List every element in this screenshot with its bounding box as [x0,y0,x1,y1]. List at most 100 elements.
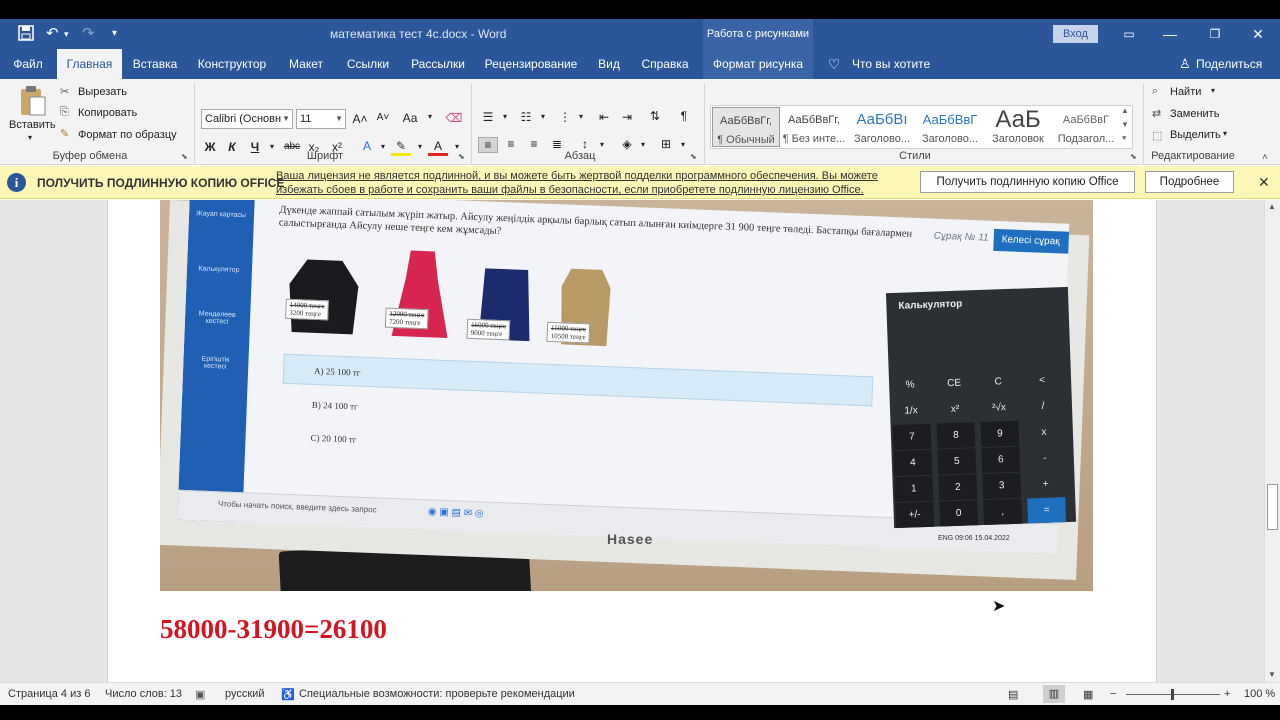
clear-formatting-icon[interactable]: ⌫ [444,111,464,125]
paste-dropdown-icon[interactable]: ▾ [28,133,32,142]
tab-design[interactable]: Конструктор [190,49,274,79]
close-icon[interactable]: ✕ [1246,23,1270,45]
style-normal[interactable]: АаБбВвГг, ¶ Обычный [712,107,780,147]
select-dropdown-icon[interactable]: ▾ [1223,129,1227,138]
zoom-slider-thumb[interactable] [1171,689,1174,700]
undo-icon[interactable]: ↶ [46,25,59,43]
font-color-dropdown-icon[interactable]: ▾ [447,142,467,151]
change-case-button[interactable]: Аа [400,111,420,125]
highlight-dropdown-icon[interactable]: ▾ [410,142,430,151]
shading-dropdown-icon[interactable]: ▾ [633,140,653,149]
tab-home[interactable]: Главная [57,49,122,79]
highlight-icon[interactable]: ✎ [391,139,411,156]
scroll-down-icon[interactable]: ▼ [1268,670,1276,679]
tell-me-search[interactable]: Что вы хотите сделать? [852,49,982,101]
clipboard-launcher-icon[interactable]: ⬊ [181,152,188,161]
align-center-icon[interactable]: ≡ [501,137,521,151]
language-indicator[interactable]: русский [225,688,264,700]
tab-review[interactable]: Рецензирование [480,49,582,79]
zoom-in-icon[interactable]: + [1224,688,1230,700]
tab-mailings[interactable]: Рассылки [403,49,473,79]
align-right-icon[interactable]: ≡ [524,137,544,151]
tab-references[interactable]: Ссылки [338,49,398,79]
customize-toolbar-icon[interactable]: ▾ [112,25,117,43]
style-subtitle[interactable]: АаБбВвГ Подзагол... [1052,107,1120,147]
undo-dropdown-icon[interactable]: ▾ [64,25,69,43]
multilevel-dropdown-icon[interactable]: ▾ [571,112,591,121]
tab-insert[interactable]: Вставка [125,49,185,79]
font-size-box[interactable]: 11 ▼ [296,109,346,129]
cut-button[interactable]: Вырезать [78,86,127,98]
paragraph-launcher-icon[interactable]: ⬊ [690,152,697,161]
read-mode-icon[interactable]: ▤ [1008,688,1018,701]
style-title[interactable]: АаБ Заголовок [984,107,1052,147]
web-layout-icon[interactable]: ▦ [1083,688,1093,701]
font-launcher-icon[interactable]: ⬊ [458,152,465,161]
get-genuine-office-button[interactable]: Получить подлинную копию Office [920,171,1135,193]
redo-icon[interactable]: ↷ [82,25,95,43]
underline-dropdown-icon[interactable]: ▾ [262,142,282,151]
scrollbar-thumb[interactable] [1267,484,1278,530]
font-color-icon[interactable]: A [428,139,448,156]
borders-dropdown-icon[interactable]: ▾ [673,140,693,149]
find-button[interactable]: Найти [1170,86,1201,98]
inserted-photo[interactable]: Жауап картасы Калькулятор Менделеев кест… [160,200,1093,591]
text-effects-dropdown-icon[interactable]: ▾ [373,142,393,151]
line-spacing-dropdown-icon[interactable]: ▾ [592,140,612,149]
tab-help[interactable]: Справка [634,49,696,79]
format-painter-button[interactable]: Формат по образцу [78,129,177,141]
styles-scroll-down-icon[interactable]: ▼ [1121,120,1129,129]
answer-calculation[interactable]: 58000-31900=26100 [160,614,387,645]
style-heading-1[interactable]: АаБбВı Заголово... [848,107,916,147]
paste-button[interactable]: Вставить [9,119,56,131]
italic-icon[interactable]: К [222,140,242,154]
show-marks-icon[interactable]: ¶ [674,109,694,123]
proofing-icon[interactable]: ▣ [195,688,205,701]
collapse-ribbon-icon[interactable]: ˄ [1262,152,1268,163]
bullets-dropdown-icon[interactable]: ▾ [495,112,515,121]
font-name-box[interactable]: Calibri (Основн ▼ [201,109,293,129]
learn-more-button[interactable]: Подробнее [1145,171,1234,193]
style-no-spacing[interactable]: АаБбВвГг, ¶ Без инте... [780,107,848,147]
styles-scroll-up-icon[interactable]: ▲ [1121,106,1129,115]
maximize-icon[interactable]: ❐ [1203,23,1227,45]
style-heading-2[interactable]: АаБбВвГ Заголово... [916,107,984,147]
styles-more-icon[interactable]: ⯆ [1121,134,1127,144]
zoom-out-icon[interactable]: − [1110,688,1116,700]
styles-launcher-icon[interactable]: ⬊ [1130,152,1137,161]
paste-icon[interactable] [18,85,48,120]
shrink-font-icon[interactable]: A˅ [373,112,393,123]
change-case-dropdown-icon[interactable]: ▾ [420,112,440,121]
ribbon-display-icon[interactable]: ▭ [1117,23,1141,45]
align-left-icon[interactable]: ≡ [478,137,498,153]
word-count[interactable]: Число слов: 13 [105,688,182,700]
scroll-up-icon[interactable]: ▲ [1268,202,1276,211]
share-button[interactable]: Поделиться [1196,49,1262,79]
tab-view[interactable]: Вид [590,49,628,79]
accessibility-status[interactable]: Специальные возможности: проверьте реком… [299,688,575,700]
vertical-scrollbar[interactable]: ▲ ▼ [1264,200,1280,682]
increase-indent-icon[interactable]: ⇥ [617,110,637,124]
close-warning-icon[interactable]: ✕ [1258,174,1270,191]
justify-icon[interactable]: ≣ [547,137,567,151]
document-page[interactable]: Жауап картасы Калькулятор Менделеев кест… [107,200,1157,682]
numbering-dropdown-icon[interactable]: ▾ [533,112,553,121]
sign-in-button[interactable]: Вход [1053,25,1098,43]
print-layout-icon[interactable]: ▥ [1043,685,1065,703]
replace-button[interactable]: Заменить [1170,108,1219,120]
save-icon[interactable] [18,25,34,43]
warning-message[interactable]: Ваша лицензия не является подлинной, и в… [276,169,906,197]
grow-font-icon[interactable]: A˄ [350,112,370,126]
minimize-icon[interactable]: — [1158,23,1182,45]
bold-icon[interactable]: Ж [200,140,220,154]
decrease-indent-icon[interactable]: ⇤ [594,110,614,124]
select-button[interactable]: Выделить [1170,129,1221,141]
find-dropdown-icon[interactable]: ▾ [1211,86,1215,95]
tab-picture-format[interactable]: Формат рисунка [703,49,813,79]
page-count[interactable]: Страница 4 из 6 [8,688,90,700]
sort-icon[interactable]: ⇅ [645,109,665,123]
zoom-level[interactable]: 100 % [1244,688,1275,700]
copy-button[interactable]: Копировать [78,107,137,119]
tab-file[interactable]: Файл [0,49,56,79]
tab-layout[interactable]: Макет [280,49,332,79]
